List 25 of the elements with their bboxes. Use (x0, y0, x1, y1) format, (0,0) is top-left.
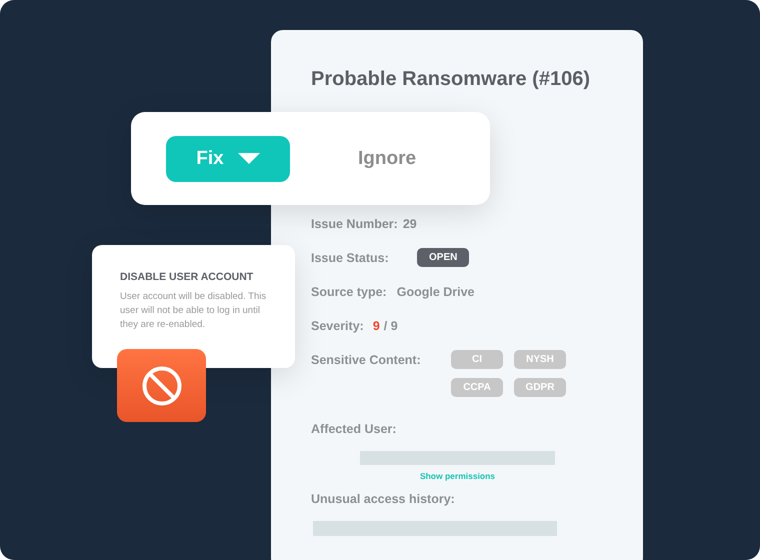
field-label: Source type: (311, 284, 387, 301)
severity-total: / 9 (384, 318, 398, 335)
popup-text: User account will be disabled. This user will not be able to log in until they are re-enabled. (120, 290, 268, 332)
content-tag: NYSH (514, 350, 566, 369)
content-tag: CI (451, 350, 503, 369)
field-value: 29 (402, 216, 417, 233)
field-label: Severity: (311, 318, 364, 335)
field-label: Sensitive Content: (311, 352, 422, 369)
content-tag: GDPR (514, 378, 566, 397)
ignore-button[interactable]: Ignore (330, 144, 444, 174)
field-label: Issue Number: (311, 216, 398, 233)
prohibited-icon (140, 364, 182, 406)
section-label: Affected User: (311, 421, 398, 438)
issue-title: Probable Ransomware (#106) (311, 68, 591, 91)
disable-action-tile[interactable] (117, 349, 206, 422)
status-badge: OPEN (417, 248, 470, 267)
popup-title: DISABLE USER ACCOUNT (120, 271, 254, 283)
fix-button[interactable]: Fix (166, 136, 290, 182)
field-label: Issue Status: (311, 250, 390, 267)
section-label: Unusual access history: (311, 491, 456, 508)
caret-icon (238, 153, 260, 164)
field-value: Google Drive (396, 284, 475, 301)
content-tag: CCPA (451, 378, 503, 397)
show-permissions-link[interactable]: Show permissions (360, 471, 555, 481)
severity-score: 9 (372, 318, 380, 335)
